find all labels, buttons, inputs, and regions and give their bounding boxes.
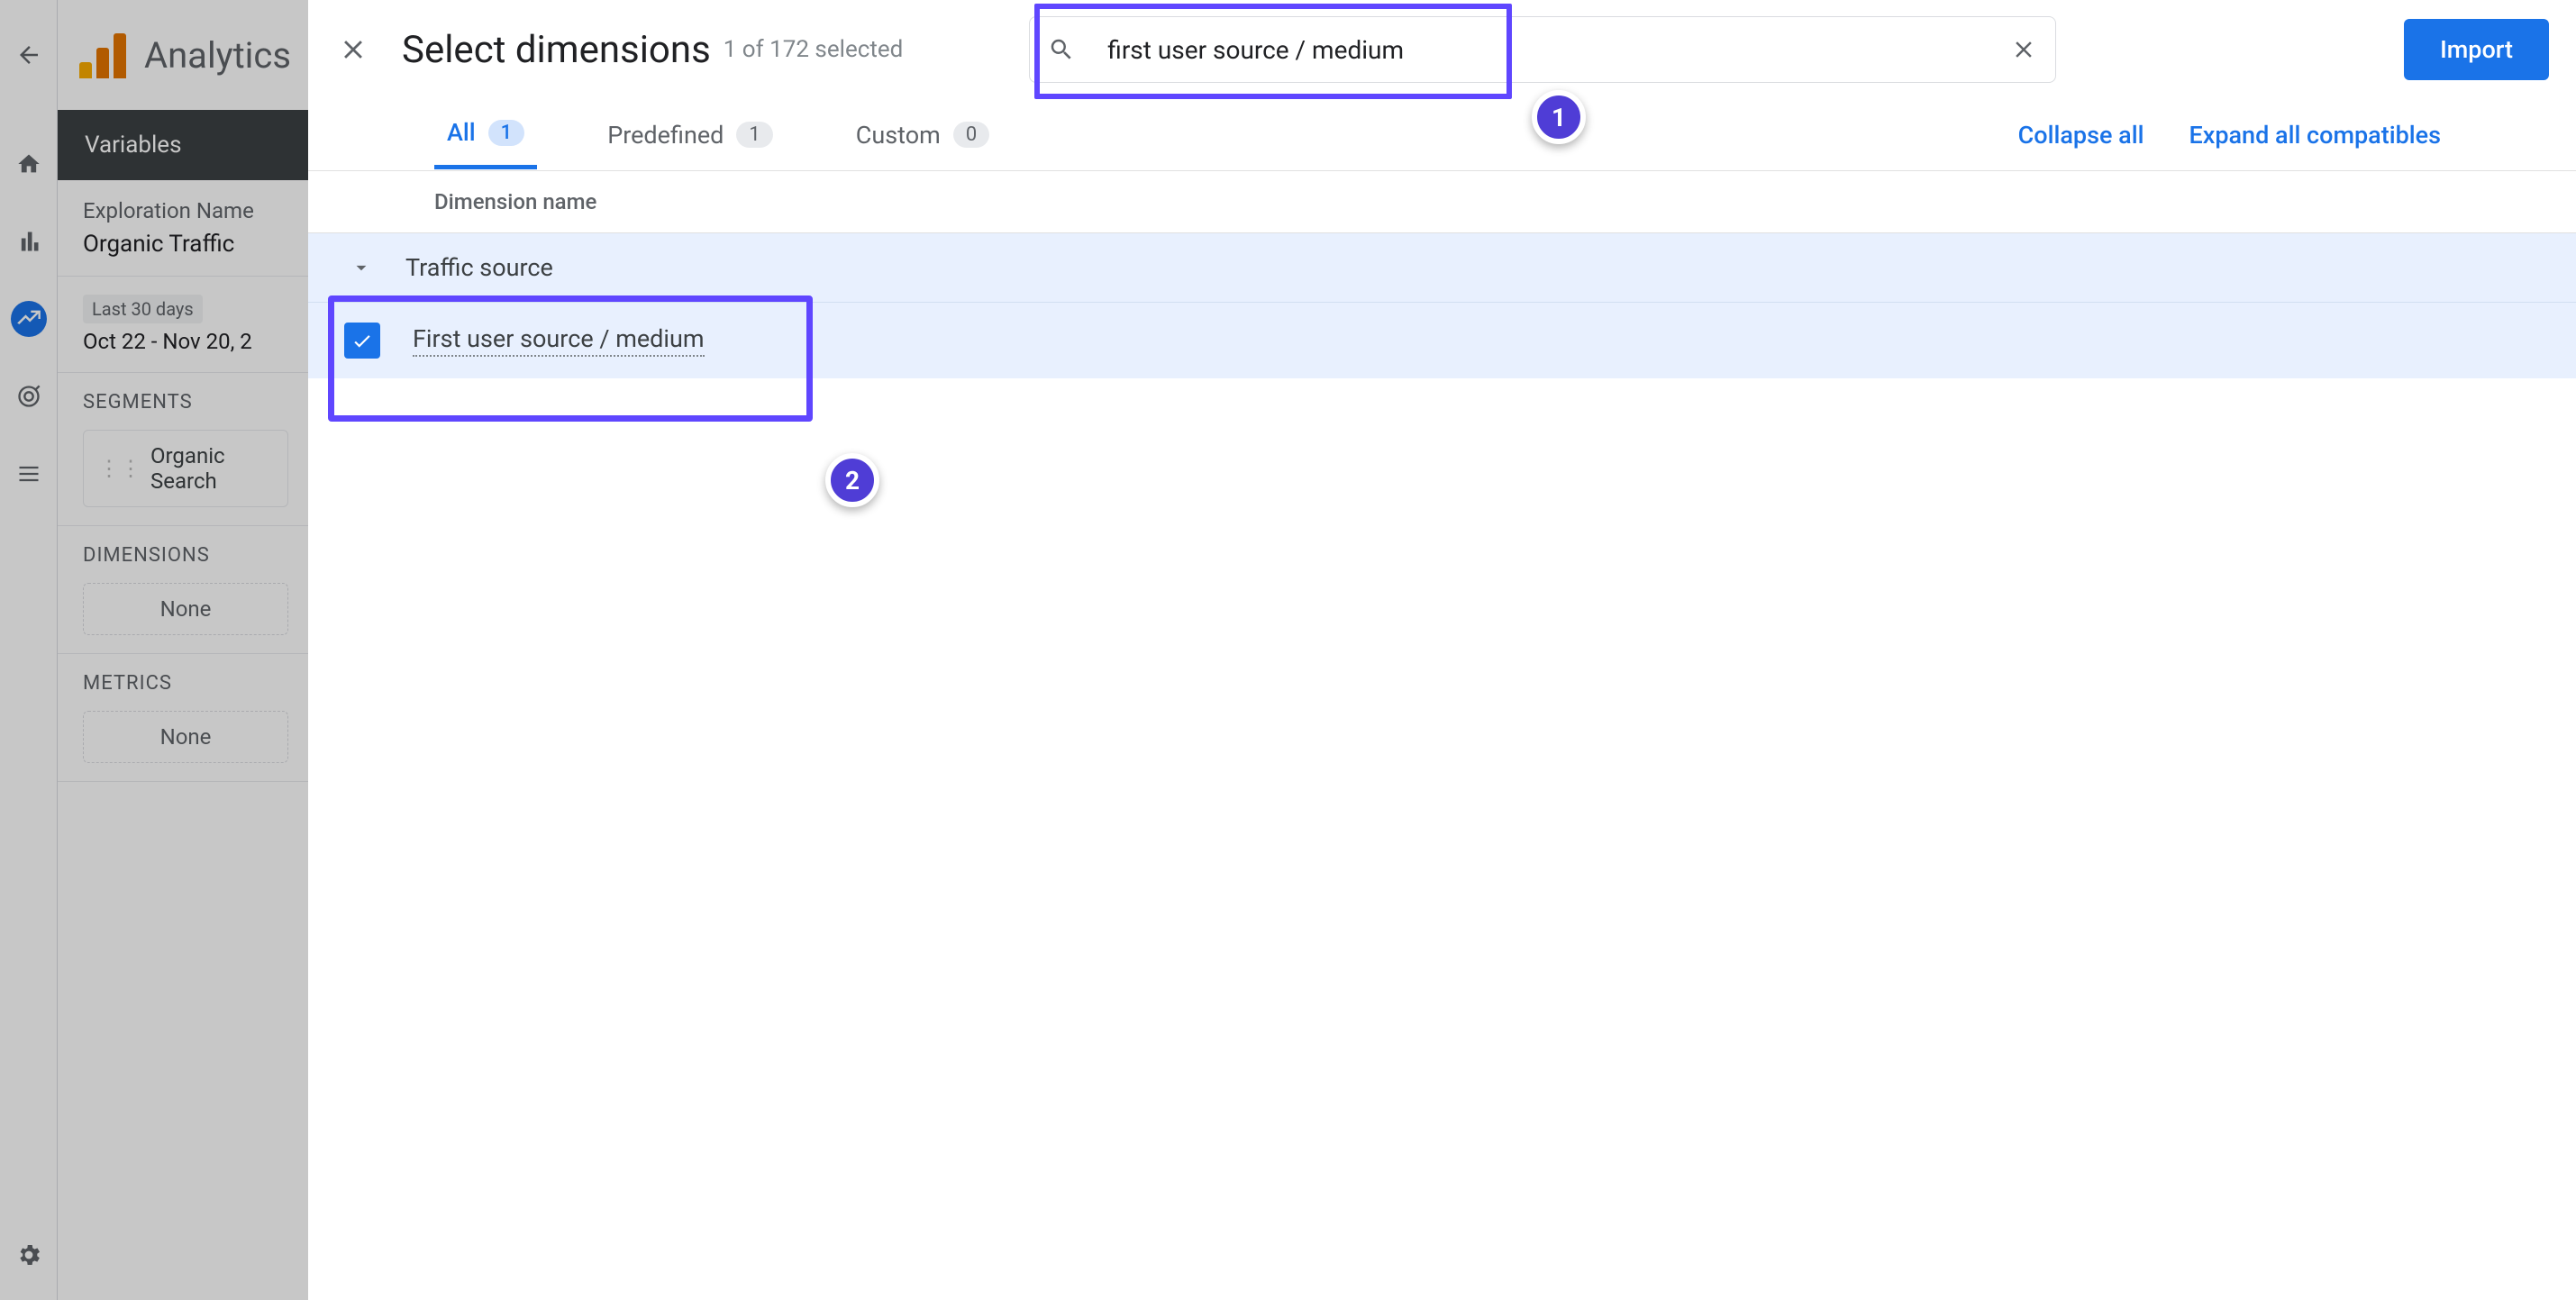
tab-all-badge: 1 (488, 120, 525, 146)
metrics-placeholder: None (160, 724, 212, 750)
clear-search-button[interactable] (1992, 36, 2055, 63)
tab-custom-label: Custom (856, 121, 941, 150)
annotation-badge-1: 1 (1532, 90, 1586, 144)
arrow-left-icon (15, 41, 42, 68)
dimension-item-first-user-source-medium[interactable]: First user source / medium (308, 303, 2576, 378)
import-button[interactable]: Import (2404, 19, 2549, 80)
target-icon (16, 384, 41, 409)
dimension-group-traffic-source[interactable]: Traffic source (308, 233, 2576, 303)
tab-custom[interactable]: Custom 0 (843, 103, 1002, 168)
metrics-dropzone[interactable]: None (83, 711, 288, 763)
dimensions-dropzone[interactable]: None (83, 583, 288, 635)
date-range-value: Oct 22 - Nov 20, 2 (83, 329, 288, 354)
explore-icon (16, 306, 41, 332)
tab-predefined[interactable]: Predefined 1 (595, 103, 786, 168)
tab-all[interactable]: All 1 (434, 100, 537, 169)
tab-predefined-badge: 1 (736, 122, 772, 148)
metrics-heading: METRICS (83, 672, 288, 695)
nav-advertising[interactable] (11, 378, 47, 414)
tab-predefined-label: Predefined (607, 121, 724, 150)
bar-chart-icon (16, 229, 41, 254)
select-dimensions-modal: Select dimensions 1 of 172 selected Impo… (308, 0, 2576, 1300)
modal-tabs: All 1 Predefined 1 Custom 0 Collapse all… (308, 99, 2576, 171)
drag-handle-icon: ⋮⋮ (98, 456, 141, 481)
list-icon (16, 461, 41, 486)
close-modal-button[interactable] (332, 28, 375, 71)
nav-configure[interactable] (11, 456, 47, 492)
segment-chip[interactable]: ⋮⋮ Organic Search (83, 430, 288, 507)
variables-panel: Variables Exploration Name Organic Traff… (58, 110, 314, 782)
nav-reports[interactable] (11, 223, 47, 259)
nav-admin[interactable] (11, 1237, 47, 1273)
close-icon (338, 34, 369, 65)
gear-icon (15, 1241, 42, 1268)
variables-title: Variables (58, 110, 314, 180)
nav-explore[interactable] (11, 301, 47, 337)
back-button[interactable] (0, 0, 58, 110)
tab-all-label: All (447, 118, 476, 147)
segment-chip-label: Organic Search (150, 443, 273, 494)
annotation-badge-2: 2 (825, 453, 879, 507)
app-name: Analytics (144, 34, 291, 77)
exploration-name-value: Organic Traffic (83, 231, 288, 258)
app-logo: Analytics (58, 32, 313, 78)
search-input[interactable] (1093, 17, 1992, 82)
analytics-logo-icon (79, 32, 126, 78)
dimension-group-label: Traffic source (405, 253, 553, 282)
nav-rail (0, 110, 58, 1300)
dimensions-placeholder: None (160, 596, 212, 622)
date-range-picker[interactable]: Last 30 days Oct 22 - Nov 20, 2 (58, 277, 314, 373)
check-icon (350, 329, 374, 352)
dimensions-heading: DIMENSIONS (83, 544, 288, 567)
nav-home[interactable] (11, 146, 47, 182)
dimension-item-label: First user source / medium (413, 324, 705, 357)
exploration-name-label: Exploration Name (83, 198, 288, 223)
chevron-down-icon (350, 256, 373, 279)
date-preset-chip: Last 30 days (83, 295, 203, 323)
modal-title: Select dimensions (402, 28, 711, 72)
collapse-all-button[interactable]: Collapse all (2009, 110, 2153, 160)
home-icon (16, 151, 41, 177)
close-icon (2010, 36, 2037, 63)
dimension-checkbox[interactable] (344, 323, 380, 359)
search-box (1029, 16, 2056, 83)
segments-heading: SEGMENTS (83, 391, 288, 414)
tab-custom-badge: 0 (953, 122, 989, 148)
selection-count: 1 of 172 selected (724, 36, 904, 63)
search-icon (1030, 36, 1093, 63)
expand-all-button[interactable]: Expand all compatibles (2180, 110, 2451, 160)
dimension-column-header: Dimension name (308, 171, 2576, 233)
